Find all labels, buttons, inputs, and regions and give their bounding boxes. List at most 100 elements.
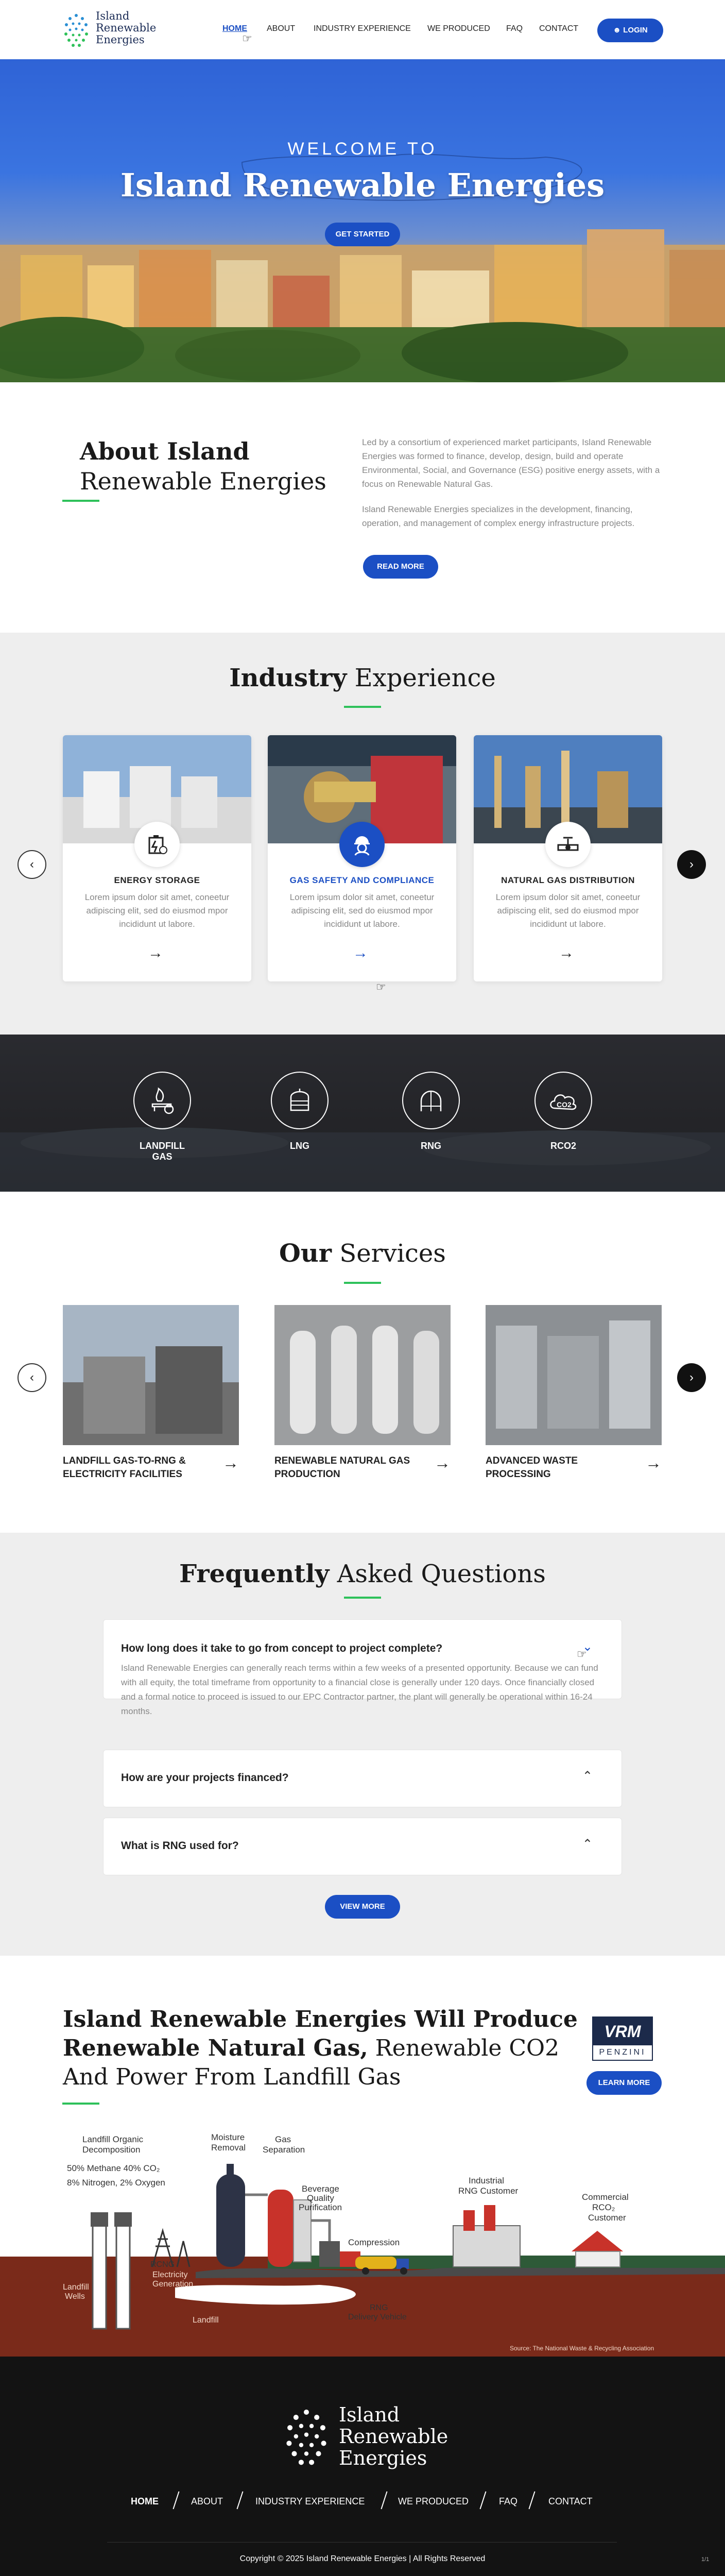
- arrow-right-icon[interactable]: →: [353, 944, 368, 962]
- footer-divider: [107, 2542, 617, 2543]
- faq-divider: [344, 1597, 381, 1599]
- diagram-label: RCO₂: [592, 2202, 615, 2212]
- get-started-button[interactable]: GET STARTED: [325, 223, 400, 246]
- nav-industry-experience[interactable]: INDUSTRY EXPERIENCE: [314, 24, 411, 33]
- service-item[interactable]: ADVANCED WASTE PROCESSING →: [486, 1305, 662, 1480]
- services-next-button[interactable]: ›: [677, 1363, 706, 1392]
- service-title: RENEWABLE NATURAL GAS PRODUCTION: [274, 1455, 410, 1480]
- card-text: Lorem ipsum dolor sit amet, coneetur adi…: [495, 892, 641, 929]
- arrow-right-icon[interactable]: →: [434, 1453, 451, 1472]
- diagram-label: Decomposition: [82, 2145, 140, 2155]
- industry-title: Industry Experience: [0, 664, 725, 692]
- industry-card[interactable]: NATURAL GAS DISTRIBUTION Lorem ipsum dol…: [474, 735, 662, 981]
- arrow-right-icon[interactable]: →: [222, 1453, 239, 1472]
- partner-logo-top: VRM: [593, 2018, 652, 2045]
- copyright: Copyright © 2025 Island Renewable Energi…: [239, 2554, 486, 2563]
- feature-label: LANDFILL GAS: [140, 1141, 185, 1162]
- flame-bin-icon: [133, 1072, 191, 1129]
- footer-nav-contact[interactable]: CONTACT: [548, 2496, 593, 2507]
- partner-logo[interactable]: VRM PENZINI: [592, 2016, 653, 2061]
- diagram-label: Wells: [65, 2292, 85, 2301]
- logo-text-line3: Energies: [96, 33, 145, 46]
- services-title: Our Services: [0, 1239, 725, 1268]
- feature-rco2[interactable]: CO2 RCO2: [532, 1072, 594, 1151]
- read-more-button[interactable]: READ MORE: [363, 555, 438, 579]
- diagram-label: RNG Customer: [458, 2186, 519, 2196]
- rng-globe-icon: [402, 1072, 460, 1129]
- produce-line1: Island Renewable Energies Will Produce: [63, 2006, 578, 2032]
- diagram-label: Beverage: [302, 2184, 339, 2194]
- logo-text-line2: Renewable: [96, 22, 157, 34]
- diagram-label: RCNG: [150, 2260, 175, 2269]
- footer-logo-line3: Energies: [339, 2447, 427, 2469]
- footer-nav-industry-experience[interactable]: INDUSTRY EXPERIENCE: [255, 2496, 365, 2507]
- diagram-label: RNG: [370, 2303, 388, 2312]
- feature-rng[interactable]: RNG: [400, 1072, 462, 1151]
- footer-nav-home[interactable]: HOME: [131, 2496, 159, 2507]
- services-title-light: Services: [339, 1239, 446, 1268]
- footer-logo[interactable]: Island Renewable Energies: [282, 2398, 448, 2475]
- diagram-label: Compression: [348, 2238, 400, 2247]
- card-text: Lorem ipsum dolor sit amet, coneetur adi…: [289, 892, 435, 929]
- hero-kicker: WELCOME TO: [287, 139, 438, 159]
- diagram-label: Moisture: [211, 2132, 245, 2142]
- footer-nav-about[interactable]: ABOUT: [191, 2496, 223, 2507]
- diagram-label: Customer: [588, 2213, 626, 2223]
- footer-nav-faq[interactable]: FAQ: [499, 2496, 517, 2507]
- learn-more-button[interactable]: LEARN MORE: [586, 2071, 662, 2095]
- service-image-waste: [486, 1305, 662, 1445]
- chevron-up-icon[interactable]: ⌃: [582, 1837, 593, 1852]
- faq-item[interactable]: How are your projects financed? ⌃: [103, 1750, 622, 1807]
- produce-line3: And Power From Landfill Gas: [63, 2064, 401, 2090]
- faq-item[interactable]: What is RNG used for? ⌃: [103, 1818, 622, 1875]
- svg-text:CO2: CO2: [557, 1100, 572, 1109]
- feature-landfill-gas[interactable]: LANDFILL GAS: [131, 1072, 193, 1162]
- diagram-label: Purification: [299, 2202, 342, 2212]
- logo-dots-icon: [64, 14, 88, 47]
- arrow-right-icon[interactable]: →: [148, 944, 163, 962]
- view-more-button[interactable]: VIEW MORE: [325, 1895, 400, 1919]
- services-title-bold: Our: [279, 1239, 332, 1268]
- nav-we-produced[interactable]: WE PRODUCED: [427, 24, 490, 33]
- service-item[interactable]: RENEWABLE NATURAL GAS PRODUCTION →: [274, 1305, 451, 1480]
- user-icon: ☻: [613, 26, 622, 35]
- arrow-right-icon[interactable]: →: [559, 944, 574, 962]
- feature-lng[interactable]: LNG: [269, 1072, 331, 1151]
- faq-section: Frequently Asked Questions: [0, 1533, 725, 1956]
- diagram-label: 50% Methane 40% CO₂: [67, 2163, 160, 2173]
- chevron-up-icon[interactable]: ⌃: [582, 1769, 593, 1784]
- diagram-label: Electricity: [152, 2270, 187, 2279]
- card-title: GAS SAFETY AND COMPLIANCE: [289, 875, 435, 885]
- faq-item-open[interactable]: How long does it take to go from concept…: [103, 1619, 622, 1716]
- about-section: About Island Renewable Energies Led by a…: [0, 382, 725, 633]
- diagram-label: Quality: [307, 2193, 334, 2203]
- industry-next-button[interactable]: ›: [677, 850, 706, 879]
- service-title: ADVANCED WASTE PROCESSING: [486, 1455, 578, 1480]
- diagram-label: 8% Nitrogen, 2% Oxygen: [67, 2178, 165, 2188]
- diagram-label: Commercial: [582, 2192, 629, 2202]
- card-title: ENERGY STORAGE: [114, 875, 200, 885]
- arrow-right-icon[interactable]: →: [645, 1453, 662, 1472]
- features-background-image: [0, 1127, 725, 1192]
- logo[interactable]: Island Renewable Energies: [62, 9, 165, 50]
- industry-card[interactable]: ENERGY STORAGE Lorem ipsum dolor sit ame…: [63, 735, 251, 981]
- footer-logo-line2: Renewable: [339, 2425, 448, 2448]
- footer-logo-dots-icon: [286, 2409, 326, 2465]
- nav-faq[interactable]: FAQ: [506, 24, 523, 33]
- industry-prev-button[interactable]: ‹: [18, 850, 46, 879]
- produce-line2-light: Renewable CO2: [368, 2035, 560, 2061]
- about-divider: [62, 500, 99, 502]
- faq-question: How long does it take to go from concept…: [121, 1642, 443, 1654]
- nav-about[interactable]: ABOUT: [267, 24, 295, 33]
- card-title: NATURAL GAS DISTRIBUTION: [501, 875, 635, 885]
- industry-card[interactable]: GAS SAFETY AND COMPLIANCE Lorem ipsum do…: [268, 735, 456, 981]
- login-button[interactable]: ☻ LOGIN: [597, 19, 663, 42]
- footer-nav-we-produced[interactable]: WE PRODUCED: [398, 2496, 469, 2507]
- nav-contact[interactable]: CONTACT: [539, 24, 578, 33]
- services-prev-button[interactable]: ‹: [18, 1363, 46, 1392]
- about-paragraph-2: Island Renewable Energies specializes in…: [362, 504, 635, 528]
- service-item[interactable]: LANDFILL GAS-TO-RNG & ELECTRICITY FACILI…: [63, 1305, 239, 1480]
- diagram-label: Gas: [275, 2134, 291, 2144]
- diagram-label: Removal: [211, 2143, 246, 2153]
- co2-cloud-icon: CO2: [534, 1072, 592, 1129]
